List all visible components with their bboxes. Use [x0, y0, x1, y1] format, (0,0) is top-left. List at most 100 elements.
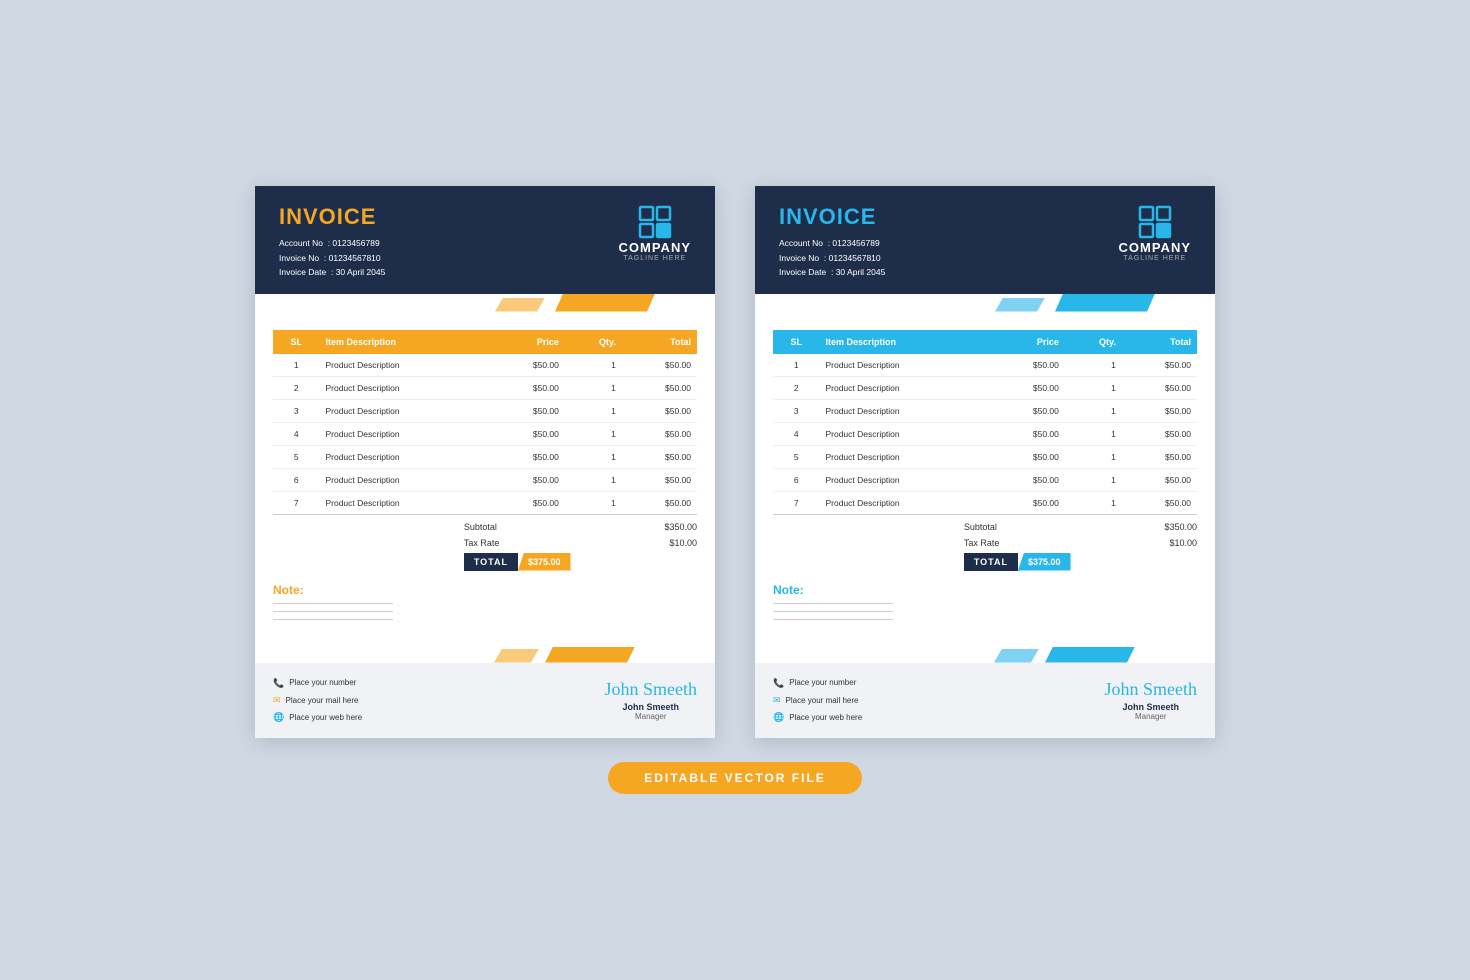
note-lines-orange [273, 603, 697, 620]
cell-qty: 1 [565, 354, 622, 377]
subtotal-row-blue: Subtotal $350.00 [964, 519, 1197, 535]
cell-qty: 1 [565, 399, 622, 422]
accent-small-orange [495, 298, 545, 312]
total-label-blue: TOTAL [964, 553, 1018, 571]
cell-desc: Product Description [319, 376, 489, 399]
cell-total: $50.00 [622, 445, 697, 468]
cell-desc: Product Description [319, 399, 489, 422]
table-row: 4 Product Description $50.00 1 $50.00 [273, 422, 697, 445]
cell-sl: 4 [273, 422, 319, 445]
summary-table-orange: Subtotal $350.00 Tax Rate $10.00 TOTAL $… [464, 519, 697, 571]
sig-script-orange: John Smeeth [605, 679, 698, 700]
company-tagline-orange: TAGLINE HERE [623, 255, 686, 262]
invoice-footer-blue: 📞 Place your number ✉ Place your mail he… [755, 663, 1215, 738]
total-wrapper-orange: TOTAL $375.00 [464, 553, 571, 571]
table-row: 6 Product Description $50.00 1 $50.00 [273, 468, 697, 491]
cell-price: $50.00 [490, 422, 565, 445]
cell-total: $50.00 [622, 354, 697, 377]
total-value-blue: $375.00 [1018, 553, 1071, 571]
cell-qty: 1 [1065, 399, 1122, 422]
company-logo-blue: COMPANY TAGLINE HERE [1119, 204, 1191, 262]
sig-title-orange: Manager [605, 712, 698, 721]
company-logo-icon-orange [637, 204, 673, 240]
table-header-blue: SL Item Description Price Qty. Total [773, 330, 1197, 354]
bottom-badge: EDITABLE VECTOR FILE [608, 762, 862, 794]
cell-price: $50.00 [990, 422, 1065, 445]
cell-total: $50.00 [622, 422, 697, 445]
total-row-blue: TOTAL $375.00 [964, 553, 1197, 571]
col-desc-blue: Item Description [819, 330, 989, 354]
cell-qty: 1 [1065, 491, 1122, 514]
sig-name-blue: John Smeeth [1105, 702, 1198, 712]
contact-web-orange: 🌐 Place your web here [273, 709, 362, 726]
tax-label-orange: Tax Rate [464, 538, 500, 548]
cell-sl: 3 [273, 399, 319, 422]
phone-text-blue: Place your number [789, 675, 856, 690]
invoice-summary-blue: Subtotal $350.00 Tax Rate $10.00 TOTAL $… [755, 515, 1215, 575]
cell-desc: Product Description [819, 354, 989, 377]
items-table-orange: SL Item Description Price Qty. Total 1 P… [273, 330, 697, 515]
table-row: 1 Product Description $50.00 1 $50.00 [273, 354, 697, 377]
cell-price: $50.00 [990, 468, 1065, 491]
contact-info-orange: 📞 Place your number ✉ Place your mail he… [273, 675, 362, 726]
invoice-summary-orange: Subtotal $350.00 Tax Rate $10.00 TOTAL $… [255, 515, 715, 575]
col-desc: Item Description [319, 330, 489, 354]
invoice-meta-orange: Account No : 0123456789 Invoice No : 012… [279, 236, 385, 279]
table-row: 7 Product Description $50.00 1 $50.00 [273, 491, 697, 514]
phone-icon-orange: 📞 [273, 675, 284, 692]
cell-sl: 2 [773, 376, 819, 399]
web-icon-orange: 🌐 [273, 709, 284, 726]
total-label-orange: TOTAL [464, 553, 518, 571]
cell-sl: 5 [773, 445, 819, 468]
total-row-orange: TOTAL $375.00 [464, 553, 697, 571]
cell-total: $50.00 [622, 399, 697, 422]
cell-price: $50.00 [490, 399, 565, 422]
table-body-blue: 1 Product Description $50.00 1 $50.00 2 … [773, 354, 1197, 515]
cell-qty: 1 [1065, 445, 1122, 468]
accent-bar-top-blue [755, 294, 1215, 324]
col-price: Price [490, 330, 565, 354]
cell-qty: 1 [1065, 422, 1122, 445]
cell-sl: 3 [773, 399, 819, 422]
accent-small-blue [995, 298, 1045, 312]
cell-sl: 6 [773, 468, 819, 491]
contact-email-blue: ✉ Place your mail here [773, 692, 862, 709]
cell-total: $50.00 [622, 468, 697, 491]
cell-sl: 2 [273, 376, 319, 399]
note-line-b3 [773, 619, 893, 620]
tax-row-orange: Tax Rate $10.00 [464, 535, 697, 551]
cell-total: $50.00 [1122, 399, 1197, 422]
cell-price: $50.00 [990, 399, 1065, 422]
invoice-table-orange: SL Item Description Price Qty. Total 1 P… [255, 330, 715, 515]
tax-row-blue: Tax Rate $10.00 [964, 535, 1197, 551]
col-sl: SL [273, 330, 319, 354]
cell-total: $50.00 [1122, 354, 1197, 377]
cell-desc: Product Description [819, 468, 989, 491]
cell-total: $50.00 [622, 491, 697, 514]
web-text-blue: Place your web here [789, 710, 862, 725]
invoice-note-orange: Note: [255, 575, 715, 633]
table-row: 2 Product Description $50.00 1 $50.00 [773, 376, 1197, 399]
invoice-table-blue: SL Item Description Price Qty. Total 1 P… [755, 330, 1215, 515]
subtotal-label-orange: Subtotal [464, 522, 497, 532]
bottom-accent-small-orange [494, 649, 539, 663]
company-name-orange: COMPANY [619, 240, 691, 255]
invoice-title-blue: INVOICE [779, 204, 885, 230]
phone-text-orange: Place your number [289, 675, 356, 690]
col-qty-blue: Qty. [1065, 330, 1122, 354]
contact-email-orange: ✉ Place your mail here [273, 692, 362, 709]
signature-area-blue: John Smeeth John Smeeth Manager [1105, 679, 1198, 721]
web-icon-blue: 🌐 [773, 709, 784, 726]
cell-qty: 1 [565, 376, 622, 399]
note-label-blue: Note: [773, 583, 1197, 597]
cell-desc: Product Description [319, 354, 489, 377]
note-label-orange: Note: [273, 583, 697, 597]
cell-sl: 6 [273, 468, 319, 491]
tax-value-orange: $10.00 [669, 538, 697, 548]
cell-qty: 1 [565, 468, 622, 491]
sig-script-blue: John Smeeth [1105, 679, 1198, 700]
cell-desc: Product Description [319, 422, 489, 445]
cell-sl: 5 [273, 445, 319, 468]
invoice-orange: INVOICE Account No : 0123456789 Invoice … [255, 186, 715, 738]
company-logo-orange: COMPANY TAGLINE HERE [619, 204, 691, 262]
